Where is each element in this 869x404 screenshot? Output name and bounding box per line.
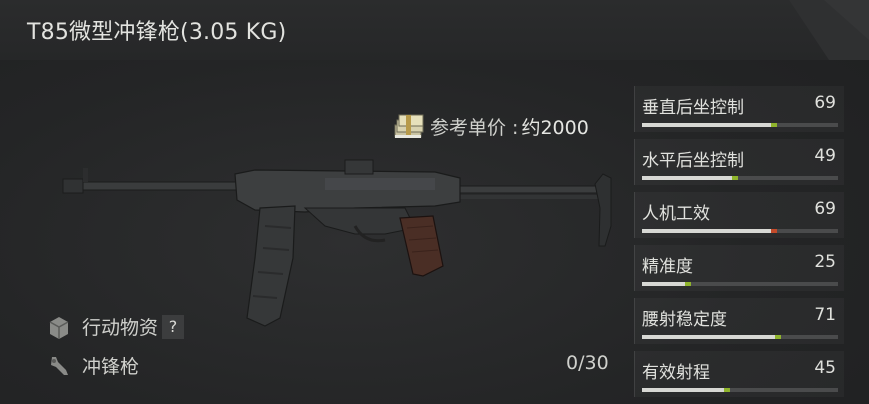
stat-value: 71	[814, 305, 836, 325]
stat-name: 垂直后坐控制	[642, 98, 744, 118]
stat-bar	[642, 335, 838, 339]
stat-bar	[642, 229, 838, 233]
weapon-title: T85微型冲锋枪(3.05 KG)	[27, 20, 287, 45]
stat-bar	[642, 176, 838, 180]
stat-name: 腰射稳定度	[642, 310, 727, 330]
reference-price: 参考单价 : 约2000	[392, 108, 589, 144]
supply-box-icon	[49, 316, 69, 339]
stat-bar	[642, 388, 838, 392]
price-label: 参考单价 :	[430, 116, 519, 139]
stat-bar-fill	[642, 335, 775, 339]
ammo-count: 0/30	[566, 352, 609, 374]
item-category: 行动物资 ?	[46, 313, 185, 340]
help-button[interactable]: ?	[162, 314, 185, 339]
stat-row-effective-range: 有效射程 45	[634, 351, 844, 397]
stat-bar-fill	[642, 123, 771, 127]
stat-value: 49	[814, 146, 836, 166]
stat-name: 人机工效	[642, 204, 710, 224]
title-bar: T85微型冲锋枪(3.05 KG)	[0, 0, 869, 60]
stat-bar-fill	[642, 282, 685, 286]
weapon-type: 冲锋枪	[46, 352, 139, 379]
stat-value: 45	[814, 358, 836, 378]
stat-bar-tip	[685, 282, 691, 286]
stat-bar-fill	[642, 176, 732, 180]
stat-bar	[642, 123, 838, 127]
header-decoration	[789, 0, 869, 60]
stat-row-accuracy: 精准度 25	[634, 245, 844, 291]
weapon-detail-panel: T85微型冲锋枪(3.05 KG) 参考单价 : 约2000 行动物资 ? 冲锋…	[0, 0, 869, 404]
stat-bar	[642, 282, 838, 286]
stat-bar-tip	[724, 388, 730, 392]
stat-row-horizontal-recoil-control: 水平后坐控制 49	[634, 139, 844, 185]
stat-row-ergonomics: 人机工效 69	[634, 192, 844, 238]
stat-name: 有效射程	[642, 363, 710, 383]
stat-bar-tip	[771, 229, 777, 233]
stat-bar-tip	[732, 176, 738, 180]
type-label: 冲锋枪	[82, 356, 140, 378]
stat-bar-fill	[642, 388, 724, 392]
stat-bar-tip	[775, 335, 781, 339]
stat-bar-tip	[771, 123, 777, 127]
wrench-icon	[51, 356, 68, 375]
category-label: 行动物资	[82, 317, 159, 339]
price-value: 约2000	[521, 116, 589, 139]
stat-name: 水平后坐控制	[642, 151, 744, 171]
stat-row-vertical-recoil-control: 垂直后坐控制 69	[634, 86, 844, 132]
stat-bar-fill	[642, 229, 771, 233]
stat-name: 精准度	[642, 257, 693, 277]
stat-value: 25	[814, 252, 836, 272]
stats-panel: 垂直后坐控制 69 水平后坐控制 49 人机工效 69 精准度 25 腰射稳定度 71 有效射程 45	[634, 86, 844, 404]
stat-value: 69	[814, 93, 836, 113]
stat-value: 69	[814, 199, 836, 219]
cash-stack-icon	[394, 114, 424, 138]
stat-row-hipfire-stability: 腰射稳定度 71	[634, 298, 844, 344]
